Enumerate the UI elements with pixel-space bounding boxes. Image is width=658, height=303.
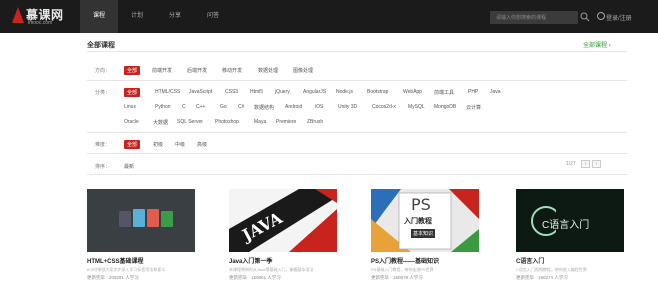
category-tag[interactable]: Node.js xyxy=(336,89,353,95)
html-css-icons xyxy=(119,209,173,227)
ps-cover-caption: 入门教程 xyxy=(404,218,432,225)
category-tag[interactable]: WebApp xyxy=(403,89,422,95)
category-tag[interactable]: ZBrush xyxy=(307,119,323,125)
direction-tag[interactable]: 全部 xyxy=(124,66,141,75)
category-tag[interactable]: Go xyxy=(220,104,227,110)
course-thumbnail[interactable]: PS 入门教程 基本知识 xyxy=(371,189,479,252)
divider xyxy=(87,132,627,133)
search-icon[interactable] xyxy=(580,12,590,22)
course-card[interactable]: JAVA Java入门第一季 本课程将带你从Java零基础入门，掌握基本语法 更… xyxy=(229,189,337,294)
course-title[interactable]: PS入门教程——基础知识 xyxy=(371,256,439,265)
direction-tag[interactable]: 数据处理 xyxy=(258,67,278,74)
course-thumbnail[interactable]: JAVA xyxy=(229,189,337,252)
course-title[interactable]: HTML+CSS基础课程 xyxy=(87,256,144,265)
divider xyxy=(87,174,627,175)
category-tag[interactable]: JavaScript xyxy=(189,89,212,95)
course-card[interactable]: HTML+CSS基础课程 8小时带领大家步步深入学习标签用法和意义 更新完毕 ·… xyxy=(87,189,195,294)
category-tag[interactable]: MySQL xyxy=(408,104,425,110)
logo-subtext: imooc.com xyxy=(28,20,53,26)
category-tag[interactable]: C# xyxy=(238,104,244,110)
search-input[interactable]: 请输入你想搜索的课程 xyxy=(490,11,578,24)
course-thumbnail[interactable] xyxy=(87,189,195,252)
page-title: 全部课程 xyxy=(87,42,115,49)
course-meta: 更新完毕 · 160578 人学习 xyxy=(371,275,423,280)
divider xyxy=(87,153,627,154)
ps-cover-sub: 基本知识 xyxy=(411,229,436,238)
direction-tag[interactable]: 后端开发 xyxy=(187,67,207,74)
course-meta: 更新完毕 · 150861 人学习 xyxy=(229,275,281,280)
course-card[interactable]: C语言入门 C语言入门 C语言入门视频教程，带你进入编程世界 更新完毕 · 18… xyxy=(516,189,624,294)
direction-label: 方向： xyxy=(95,68,111,74)
difficulty-tag[interactable]: 高级 xyxy=(197,141,207,148)
category-tag[interactable]: MongoDB xyxy=(434,104,456,110)
category-tag[interactable]: C++ xyxy=(196,104,205,110)
category-tag[interactable]: jQuery xyxy=(275,89,290,95)
category-tag[interactable]: Unity 3D xyxy=(338,104,357,110)
course-description: C语言入门视频教程，带你进入编程世界 xyxy=(516,267,587,272)
ps-cover-text: PS xyxy=(411,195,431,214)
category-tag[interactable]: 云计算 xyxy=(466,104,481,111)
sort-option[interactable]: 最新 xyxy=(124,163,134,170)
course-description: 本课程将带你从Java零基础入门，掌握基本语法 xyxy=(229,267,314,272)
c-cover-text: C语言入门 xyxy=(542,220,590,231)
course-card[interactable]: PS 入门教程 基本知识 PS入门教程——基础知识 PS基础入门教程，带你走进P… xyxy=(371,189,479,294)
category-tag[interactable]: 全部 xyxy=(124,88,141,97)
course-meta: 更新完毕 · 180274 人学习 xyxy=(516,275,568,280)
category-tag[interactable]: Bootstrap xyxy=(367,89,388,95)
difficulty-tag[interactable]: 初级 xyxy=(153,141,163,148)
category-tag[interactable]: Android xyxy=(285,104,302,110)
all-courses-link[interactable]: 全部课程 › xyxy=(583,40,611,49)
category-tag[interactable]: SQL Server xyxy=(177,119,203,125)
category-tag[interactable]: Java xyxy=(490,89,501,95)
search-placeholder: 请输入你想搜索的课程 xyxy=(496,15,547,21)
direction-tag[interactable]: 前端开发 xyxy=(152,67,172,74)
category-tag[interactable]: 大数据 xyxy=(153,119,168,126)
category-tag[interactable]: Maya xyxy=(254,119,266,125)
logo-mark-icon xyxy=(12,7,24,23)
nav-item-share[interactable]: 分享 xyxy=(156,0,194,33)
nav-item-qa[interactable]: 问答 xyxy=(194,0,232,33)
category-tag[interactable]: Html5 xyxy=(250,89,263,95)
course-description: 8小时带领大家步步深入学习标签用法和意义 xyxy=(87,267,166,272)
category-label: 分类： xyxy=(95,90,111,96)
course-meta: 更新完毕 · 209281 人学习 xyxy=(87,275,139,280)
user-icon xyxy=(597,12,605,20)
course-title[interactable]: C语言入门 xyxy=(516,256,544,265)
difficulty-tag[interactable]: 中级 xyxy=(175,141,185,148)
nav-item-courses[interactable]: 课程 xyxy=(80,0,118,33)
course-thumbnail[interactable]: C语言入门 xyxy=(516,189,624,252)
category-tag[interactable]: HTML/CSS xyxy=(155,89,180,95)
difficulty-tag[interactable]: 全部 xyxy=(124,140,141,149)
nav-item-plans[interactable]: 计划 xyxy=(118,0,156,33)
category-tag[interactable]: Cocos2d-x xyxy=(372,104,396,110)
top-navigation-bar: 慕课网 imooc.com 课程 计划 分享 问答 请输入你想搜索的课程 登录/… xyxy=(0,0,658,33)
next-page-button[interactable]: › xyxy=(592,160,601,168)
divider xyxy=(87,80,627,81)
difficulty-label: 难度： xyxy=(95,142,111,148)
course-title[interactable]: Java入门第一季 xyxy=(229,256,272,265)
category-tag[interactable]: Oracle xyxy=(124,119,139,125)
sort-label: 排序： xyxy=(95,164,111,170)
direction-tag[interactable]: 图像处理 xyxy=(293,67,313,74)
login-register-link[interactable]: 登录/注册 xyxy=(606,13,632,22)
category-tag[interactable]: C xyxy=(182,104,186,110)
course-description: PS基础入门教程，带你走进PS世界 xyxy=(371,267,434,272)
main-nav: 课程 计划 分享 问答 xyxy=(80,0,232,33)
prev-page-button[interactable]: ‹ xyxy=(581,160,590,168)
category-tag[interactable]: Photoshop xyxy=(215,119,239,125)
category-tag[interactable]: Linux xyxy=(124,104,136,110)
category-tag[interactable]: iOS xyxy=(315,104,323,110)
direction-tag[interactable]: 移动开发 xyxy=(222,67,242,74)
category-tag[interactable]: Premiere xyxy=(276,119,296,125)
category-tag[interactable]: 前端工具 xyxy=(434,89,454,96)
divider xyxy=(87,51,627,52)
category-tag[interactable]: AngularJS xyxy=(303,89,326,95)
category-tag[interactable]: Python xyxy=(155,104,171,110)
category-tag[interactable]: PHP xyxy=(468,89,478,95)
site-logo[interactable]: 慕课网 imooc.com xyxy=(12,6,76,28)
category-tag[interactable]: 数据结构 xyxy=(254,104,274,111)
category-tag[interactable]: CSS3 xyxy=(225,89,238,95)
page-indicator: 1/27 xyxy=(566,161,576,167)
